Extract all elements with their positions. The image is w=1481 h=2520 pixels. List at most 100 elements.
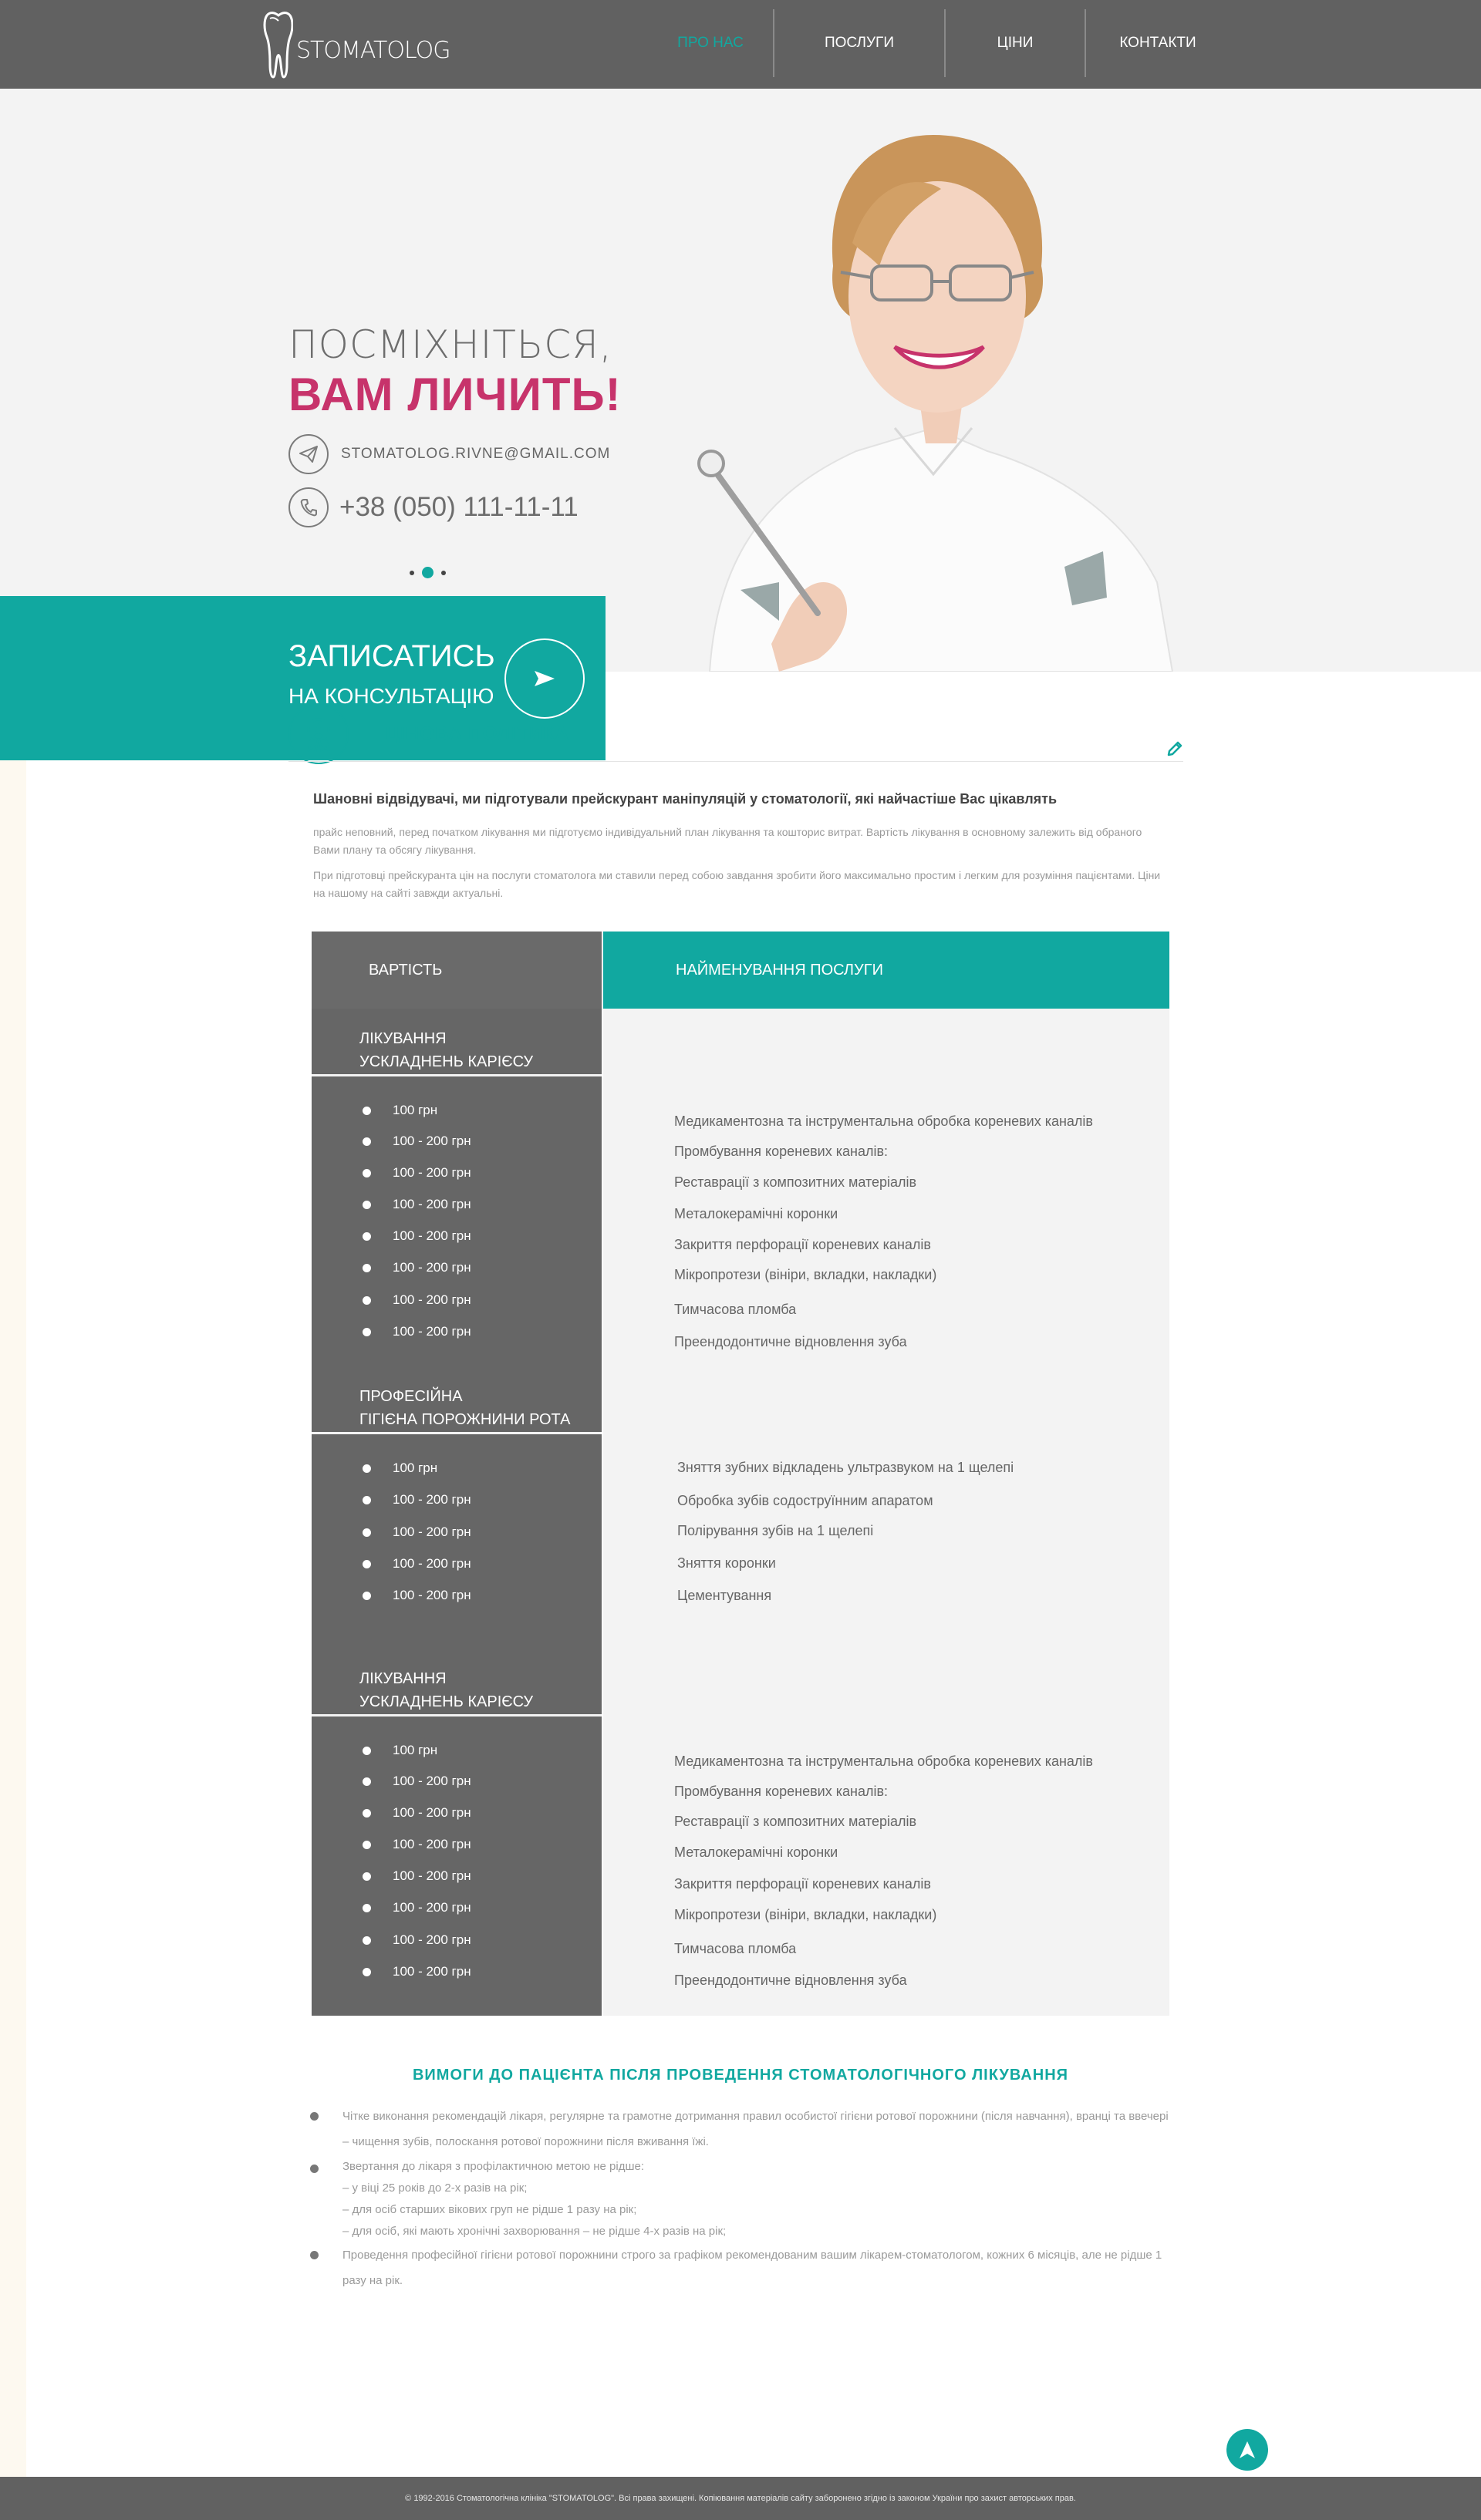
price-column — [312, 1009, 602, 2016]
site-footer: © 1992-2016 Стоматологічна клініка "STOM… — [0, 2477, 1481, 2520]
price-value: 100 грн — [393, 1103, 438, 1117]
price-row: 100 грн — [363, 1101, 437, 1120]
email-text: STOMATOLOG.RIVNE@GMAIL.COM — [341, 446, 611, 462]
pricing-intro-text: прайс неповний, перед початком лікування… — [313, 826, 1142, 856]
price-row: 100 - 200 грн — [363, 1804, 471, 1822]
bullet — [363, 1231, 371, 1241]
price-value: 100 - 200 грн — [393, 1260, 471, 1275]
bullet — [363, 1295, 371, 1305]
phone-contact[interactable]: +38 (050) 111-11-11 — [288, 487, 579, 527]
bullet — [363, 1106, 371, 1115]
bullet — [363, 1871, 371, 1881]
service-name: Тимчасова пломба — [674, 1940, 797, 1956]
requirement-text: – для осіб старших вікових груп не рідше… — [342, 2203, 637, 2216]
requirement-text: – у віці 25 років до 2-х разів на рік; — [342, 2181, 528, 2195]
service-name: Преендодонтичне відновлення зуба — [674, 1972, 907, 1988]
paper-plane-icon — [288, 434, 329, 474]
service-name: Медикаментозна та інструментальна обробк… — [674, 1753, 1093, 1769]
price-category: ПРОФЕСІЙНА ГІГІЄНА ПОРОЖНИНИ РОТА — [312, 1368, 602, 1434]
bullet — [363, 1746, 371, 1755]
service-name: Реставрації з композитних матеріалів — [674, 1813, 917, 1829]
price-category: ЛІКУВАННЯ УСКЛАДНЕНЬ КАРІЄСУ — [312, 1010, 602, 1076]
slider-dot[interactable] — [410, 570, 414, 575]
price-row: 100 - 200 грн — [363, 1164, 471, 1182]
hero-banner: ПОСМІХНІТЬСЯ, ВАМ ЛИЧИТЬ! STOMATOLOG.RIV… — [0, 89, 1481, 760]
price-row: 100 - 200 грн — [363, 1523, 471, 1541]
bullet — [363, 1464, 371, 1473]
slider-dot-active[interactable] — [422, 567, 434, 578]
service-name: Мікропротези (вініри, вкладки, накладки) — [674, 1906, 937, 1922]
logo[interactable]: STOMATOLOG — [262, 9, 451, 80]
category-line: УСКЛАДНЕНЬ КАРІЄСУ — [359, 1053, 534, 1070]
price-row: 100 - 200 грн — [363, 1835, 471, 1854]
category-line: УСКЛАДНЕНЬ КАРІЄСУ — [359, 1693, 534, 1710]
dentist-photo — [697, 135, 1174, 672]
price-value: 100 - 200 грн — [393, 1556, 471, 1571]
cta-arrow-button[interactable] — [504, 638, 585, 719]
service-name: Зняття коронки — [677, 1555, 776, 1571]
slider-dots — [406, 567, 450, 578]
pricing-intro-text: При підготовці прейскуранта цін на послу… — [313, 869, 1161, 899]
phone-text: +38 (050) 111-11-11 — [339, 492, 579, 522]
email-contact[interactable]: STOMATOLOG.RIVNE@GMAIL.COM — [288, 434, 610, 474]
service-name: Полірування зубів на 1 щелепі — [677, 1522, 874, 1538]
requirement-text: Проведення професійної гігієни ротової п… — [342, 2249, 1162, 2287]
nav-item-contacts[interactable]: КОНТАКТИ — [1086, 9, 1230, 77]
site-header: STOMATOLOG ПРО НАС ПОСЛУГИ ЦІНИ КОНТАКТИ — [0, 0, 1481, 89]
price-value: 100 - 200 грн — [393, 1324, 471, 1339]
bullet — [363, 1168, 371, 1177]
scroll-to-top-button[interactable] — [1226, 2429, 1268, 2471]
price-value: 100 грн — [393, 1460, 438, 1475]
service-name: Закриття перфорації кореневих каналів — [674, 1236, 931, 1252]
price-value: 100 - 200 грн — [393, 1292, 471, 1307]
service-name: Цементування — [677, 1587, 772, 1603]
price-row: 100 - 200 грн — [363, 1555, 471, 1573]
price-category: ЛІКУВАННЯ УСКЛАДНЕНЬ КАРІЄСУ — [312, 1650, 602, 1716]
logo-text: STOMATOLOG — [296, 36, 451, 64]
bullet — [363, 1200, 371, 1209]
service-name: Тимчасова пломба — [674, 1301, 797, 1317]
service-name: Металокерамічні коронки — [674, 1844, 838, 1860]
price-row: 100 - 200 грн — [363, 1962, 471, 1981]
pricing-intro-heading: Шановні відвідувачі, ми підготували прей… — [313, 791, 1058, 807]
pencil-icon[interactable] — [1166, 740, 1183, 757]
price-value: 100 - 200 грн — [393, 1228, 471, 1243]
bullet — [363, 1967, 371, 1976]
price-row: 100 - 200 грн — [363, 1322, 471, 1341]
bullet — [363, 1840, 371, 1849]
price-row: 100 - 200 грн — [363, 1586, 471, 1605]
bullet — [363, 1777, 371, 1786]
nav-item-services[interactable]: ПОСЛУГИ — [774, 9, 944, 77]
requirement-text: – для осіб, які мають хронічні захворюва… — [342, 2225, 727, 2238]
hero-subheadline: ВАМ ЛИЧИТЬ! — [288, 369, 622, 420]
price-value: 100 - 200 грн — [393, 1868, 471, 1883]
price-value: 100 - 200 грн — [393, 1524, 471, 1539]
requirement-text: Звертання до лікаря з профілактичною мет… — [342, 2160, 645, 2173]
price-value: 100 - 200 грн — [393, 1932, 471, 1947]
award-badge-icon — [288, 704, 349, 764]
category-line: ЛІКУВАННЯ — [359, 1030, 447, 1047]
table-header-price: ВАРТІСТЬ — [312, 932, 602, 1009]
bullet — [310, 2251, 319, 2259]
price-row: 100 - 200 грн — [363, 1867, 471, 1885]
requirement-item: Чітке виконання рекомендацій лікаря, рег… — [310, 2104, 1176, 2154]
price-value: 100 - 200 грн — [393, 1805, 471, 1820]
price-row: 100 - 200 грн — [363, 1258, 471, 1277]
price-row: 100 - 200 грн — [363, 1227, 471, 1245]
main-nav: ПРО НАС ПОСЛУГИ ЦІНИ КОНТАКТИ — [648, 9, 1230, 77]
price-row: 100 - 200 грн — [363, 1772, 471, 1791]
play-arrow-icon — [535, 671, 555, 686]
requirement-item: Проведення професійної гігієни ротової п… — [310, 2242, 1176, 2293]
price-value: 100 - 200 грн — [393, 1165, 471, 1180]
service-name: Металокерамічні коронки — [674, 1205, 838, 1221]
service-name: Промбування кореневих каналів: — [674, 1783, 889, 1799]
price-row: 100 грн — [363, 1459, 437, 1477]
nav-item-about[interactable]: ПРО НАС — [648, 9, 773, 77]
service-name: Мікропротези (вініри, вкладки, накладки) — [674, 1266, 937, 1282]
bullet — [363, 1591, 371, 1600]
bullet — [363, 1495, 371, 1504]
bullet — [363, 1327, 371, 1336]
service-name: Обробка зубів содоструїнним апаратом — [677, 1492, 933, 1508]
slider-dot[interactable] — [441, 570, 446, 575]
nav-item-prices[interactable]: ЦІНИ — [946, 9, 1085, 77]
